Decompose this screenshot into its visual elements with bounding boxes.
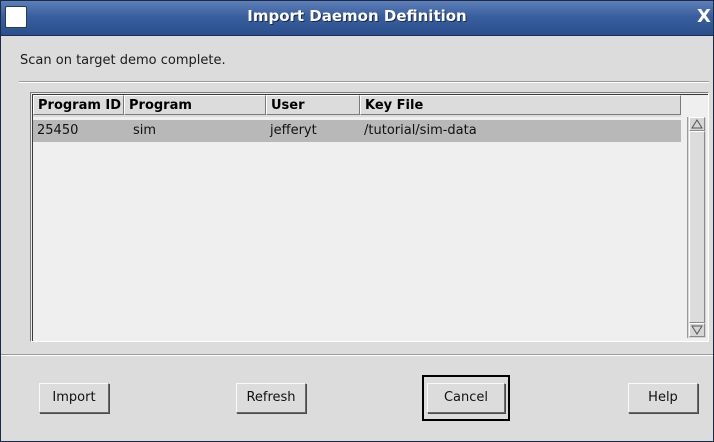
cancel-button[interactable]: Cancel — [427, 383, 505, 413]
arrow-up-icon[interactable] — [689, 117, 705, 131]
window-title: Import Daemon Definition — [247, 7, 467, 25]
divider — [19, 81, 709, 83]
cell-program-id: 25450 — [37, 123, 79, 138]
import-button[interactable]: Import — [39, 383, 109, 413]
table-header: Program ID Program User Key File — [33, 95, 681, 117]
arrow-down-icon[interactable] — [689, 323, 705, 337]
daemon-table: Program ID Program User Key File 25450 s… — [30, 92, 709, 342]
column-header-program[interactable]: Program — [124, 95, 266, 115]
table-viewport: Program ID Program User Key File 25450 s… — [32, 94, 708, 341]
cell-user: jefferyt — [270, 123, 317, 138]
cell-program: sim — [133, 123, 157, 138]
vertical-scrollbar[interactable] — [687, 117, 706, 338]
cell-key-file: /tutorial/sim-data — [364, 123, 477, 138]
column-header-key-file[interactable]: Key File — [360, 95, 681, 115]
column-header-user[interactable]: User — [266, 95, 360, 115]
help-button[interactable]: Help — [628, 383, 698, 413]
divider — [1, 354, 713, 356]
title-bar[interactable]: Import Daemon Definition X — [1, 1, 713, 36]
column-header-program-id[interactable]: Program ID — [33, 95, 124, 115]
scrollbar-thumb[interactable] — [689, 131, 705, 323]
refresh-button[interactable]: Refresh — [236, 383, 306, 413]
status-message: Scan on target demo complete. — [20, 53, 226, 68]
close-icon[interactable]: X — [697, 5, 714, 29]
dialog-window: Import Daemon Definition X Scan on targe… — [0, 0, 714, 442]
table-row[interactable]: 25450 sim jefferyt /tutorial/sim-data — [33, 120, 681, 142]
